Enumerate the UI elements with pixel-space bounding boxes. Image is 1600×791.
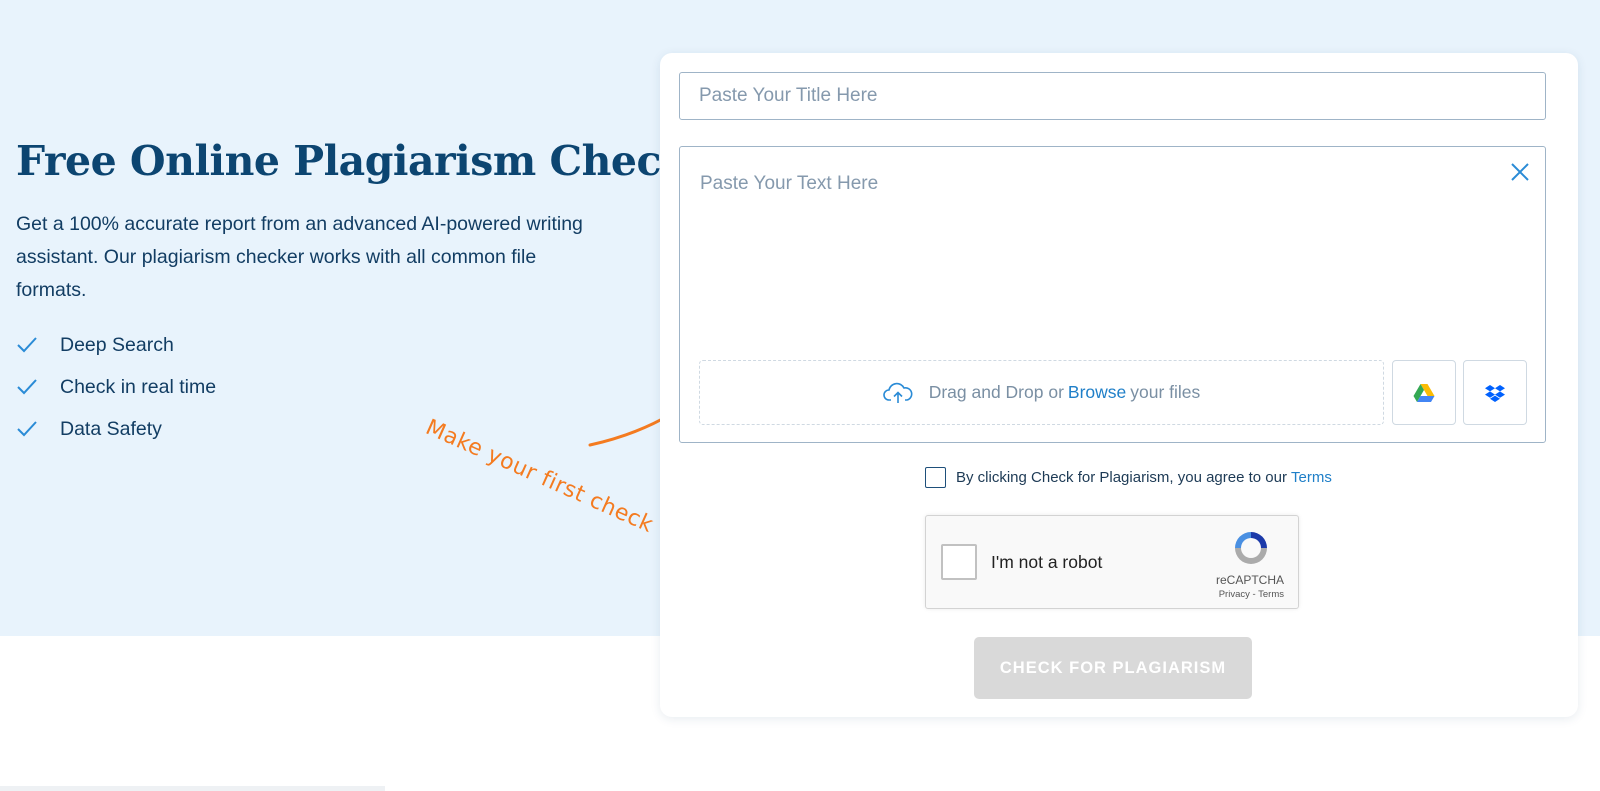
recaptcha-widget: I'm not a robot reCAPTCHA Privacy - Term… bbox=[925, 515, 1299, 609]
page-subtitle: Get a 100% accurate report from an advan… bbox=[16, 213, 583, 301]
dropbox-icon bbox=[1485, 384, 1505, 402]
feature-item: Deep Search bbox=[16, 324, 636, 366]
terms-text: By clicking Check for Plagiarism, you ag… bbox=[956, 469, 1287, 486]
check-plagiarism-button[interactable]: CHECK FOR PLAGIARISM bbox=[974, 637, 1252, 699]
feature-label: Deep Search bbox=[60, 333, 174, 356]
recaptcha-brand: reCAPTCHA bbox=[1215, 573, 1284, 587]
upload-cloud-icon bbox=[882, 382, 913, 403]
page-title: Free Online Plagiarism Checker bbox=[16, 137, 736, 185]
check-icon bbox=[17, 337, 37, 353]
check-icon bbox=[17, 379, 37, 395]
bottom-divider bbox=[0, 786, 385, 791]
dropbox-button[interactable] bbox=[1463, 360, 1527, 425]
close-icon[interactable] bbox=[1509, 161, 1531, 183]
check-icon bbox=[17, 421, 37, 437]
text-input-box: Drag and Drop or Browse your files bbox=[679, 146, 1546, 443]
recaptcha-checkbox[interactable] bbox=[941, 544, 977, 580]
dropzone-text: Drag and Drop or bbox=[928, 382, 1064, 402]
file-dropzone[interactable]: Drag and Drop or Browse your files bbox=[699, 360, 1384, 425]
dropzone-suffix: your files bbox=[1130, 382, 1201, 402]
recaptcha-links[interactable]: Privacy - Terms bbox=[1219, 589, 1284, 600]
feature-list: Deep Search Check in real time Data Safe… bbox=[16, 324, 636, 450]
terms-row: By clicking Check for Plagiarism, you ag… bbox=[925, 467, 1332, 488]
feature-item: Check in real time bbox=[16, 366, 636, 408]
checker-card: Drag and Drop or Browse your files By cl… bbox=[660, 53, 1578, 717]
google-drive-icon bbox=[1413, 383, 1435, 402]
recaptcha-label: I'm not a robot bbox=[991, 552, 1103, 572]
feature-item: Data Safety bbox=[16, 408, 636, 450]
feature-label: Check in real time bbox=[60, 375, 217, 398]
title-input[interactable] bbox=[679, 72, 1546, 120]
feature-label: Data Safety bbox=[60, 417, 162, 440]
terms-link[interactable]: Terms bbox=[1291, 469, 1332, 486]
hero-section: Free Online Plagiarism Checker Get a 100… bbox=[16, 132, 736, 450]
browse-link[interactable]: Browse bbox=[1068, 382, 1126, 403]
recaptcha-logo-icon bbox=[1235, 532, 1267, 564]
text-input[interactable] bbox=[680, 147, 1545, 347]
google-drive-button[interactable] bbox=[1392, 360, 1456, 425]
terms-checkbox[interactable] bbox=[925, 467, 946, 488]
